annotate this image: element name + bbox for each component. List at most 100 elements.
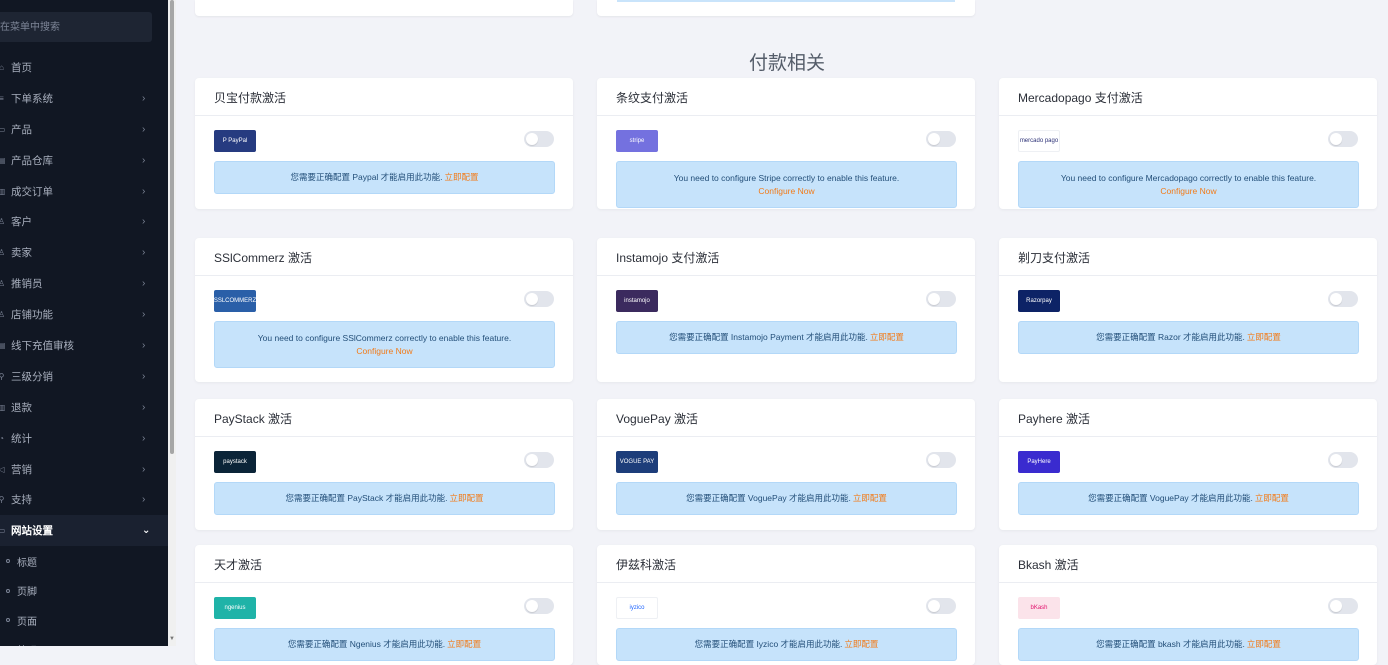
activation-toggle[interactable] <box>524 291 554 307</box>
sidebar-subitem-appearance[interactable]: 外观 <box>0 635 168 646</box>
sidebar-item-warehouse[interactable]: ▤ 产品仓库 › <box>0 145 168 176</box>
configure-now-link[interactable]: Configure Now <box>758 185 814 198</box>
payment-card: 条纹支付激活 stripe You need to configure Stripe… <box>597 78 975 209</box>
config-alert: 您需要正确配置 PayStack 才能启用此功能. 立即配置 <box>214 482 555 515</box>
activation-toggle[interactable] <box>926 598 956 614</box>
alert-message: 您需要正确配置 VoguePay 才能启用此功能. <box>1088 493 1253 503</box>
sidebar-item-home[interactable]: ⌂ 首页 <box>0 52 168 83</box>
payment-card: Bkash 激活 bKash 您需要正确配置 bkash 才能启用此功能. 立即配置 <box>999 545 1377 665</box>
card-title: 条纹支付激活 <box>616 91 689 105</box>
configure-now-link[interactable]: 立即配置 <box>449 493 483 503</box>
sidebar-item-orders[interactable]: ▥ 成交订单 › <box>0 176 168 207</box>
configure-now-link[interactable]: 立即配置 <box>447 639 481 649</box>
config-alert: 您需要正确配置 Razor 才能启用此功能. 立即配置 <box>1018 321 1359 354</box>
configure-now-link[interactable]: 立即配置 <box>844 639 878 649</box>
chevron-right-icon: › <box>142 123 146 135</box>
payment-card: VoguePay 激活 VOGUE PAY 您需要正确配置 VoguePay 才能启… <box>597 399 975 530</box>
sidebar-item-website-settings[interactable]: ▭ 网站设置 ⌄ <box>0 515 168 547</box>
alert-message: 您需要正确配置 Razor 才能启用此功能. <box>1096 332 1245 342</box>
megaphone-icon: ◁ <box>0 464 5 474</box>
chevron-right-icon: › <box>142 154 146 166</box>
menu-search-box[interactable] <box>0 12 152 42</box>
sidebar-item-offline-recharge[interactable]: ▤ 线下充值审核 › <box>0 330 168 361</box>
user-icon: ♙ <box>0 310 6 320</box>
configure-now-link[interactable]: 立即配置 <box>870 332 904 342</box>
order-icon: ▥ <box>0 186 6 196</box>
payhere-logo: PayHere <box>1018 451 1060 473</box>
activation-toggle[interactable] <box>1328 291 1358 307</box>
activation-toggle[interactable] <box>1328 598 1358 614</box>
activation-toggle[interactable] <box>1328 131 1358 147</box>
activation-toggle[interactable] <box>926 291 956 307</box>
configure-now-link[interactable]: 立即配置 <box>445 172 479 182</box>
recharge-icon: ▤ <box>0 340 6 350</box>
scroll-down-arrow-icon[interactable]: ▼ <box>169 636 175 642</box>
paystack-logo: paystack <box>214 451 256 473</box>
sidebar-subitem-label: 标题 <box>17 557 37 569</box>
sidebar-item-sellers[interactable]: ♙ 卖家 › <box>0 237 168 268</box>
config-alert: 您需要正确配置 VoguePay 才能启用此功能. 立即配置 <box>1018 482 1359 515</box>
activation-toggle[interactable] <box>926 131 956 147</box>
user-icon: ♙ <box>0 279 6 289</box>
alert-message: You need to configure Stripe correctly t… <box>673 172 900 183</box>
activation-toggle[interactable] <box>524 452 554 468</box>
configure-now-link[interactable]: Configure Now <box>356 345 412 358</box>
configure-now-link[interactable]: 立即配置 <box>1255 493 1289 503</box>
activation-toggle[interactable] <box>926 452 956 468</box>
sidebar-item-label: 支持 <box>11 494 32 507</box>
alert-message-line: 您需要正确配置 PayStack 才能启用此功能. 立即配置 <box>285 492 483 505</box>
chevron-right-icon: › <box>142 185 146 197</box>
chevron-right-icon: › <box>142 309 146 321</box>
user-icon: ♙ <box>0 217 6 227</box>
sidebar-item-label: 首页 <box>11 61 32 74</box>
alert-message: 您需要正确配置 Iyzico 才能启用此功能. <box>694 639 843 649</box>
card-header: SSlCommerz 激活 <box>195 238 573 276</box>
alert-message-line: 您需要正确配置 VoguePay 才能启用此功能. 立即配置 <box>1088 492 1289 505</box>
alert-message-line: 您需要正确配置 Ngenius 才能启用此功能. 立即配置 <box>288 638 481 651</box>
sidebar-item-label: 产品 <box>11 123 32 136</box>
sidebar-menu: ⌂ 首页 ≡ 下单系统 › ▭ 产品 › ▤ 产品仓库 › ▥ 成交订单 › ♙ 客户 › ♙ 卖家 › … <box>0 52 168 646</box>
activation-toggle[interactable] <box>524 131 554 147</box>
card-title: Mercadopago 支付激活 <box>1018 91 1143 105</box>
configure-now-link[interactable]: 立即配置 <box>1247 332 1281 342</box>
sidebar-item-refunds[interactable]: ▥ 退款 › <box>0 392 168 423</box>
sidebar-item-marketing[interactable]: ◁ 营销 › <box>0 454 168 485</box>
activation-toggle[interactable] <box>524 598 554 614</box>
sidebar-subitem-pages[interactable]: 页面 <box>0 605 168 635</box>
configure-now-link[interactable]: 立即配置 <box>853 493 887 503</box>
chart-icon: ◔ <box>0 433 4 443</box>
payment-card: SSlCommerz 激活 SSLCOMMERZ You need to confi… <box>195 238 573 382</box>
paypal-logo: P PayPal <box>214 130 256 152</box>
sidebar-item-support[interactable]: ⚲ 支持 › <box>0 484 168 515</box>
config-alert: You need to configure SSlCommerz correct… <box>214 321 555 368</box>
payment-card: 贝宝付款激活 P PayPal 您需要正确配置 Paypal 才能启用此功能. 立即配… <box>195 78 573 209</box>
alert-message-line: 您需要正确配置 Iyzico 才能启用此功能. 立即配置 <box>695 638 879 651</box>
configure-now-link[interactable]: Configure Now <box>1160 185 1216 198</box>
sidebar-item-products[interactable]: ▭ 产品 › <box>0 114 168 145</box>
activation-toggle[interactable] <box>1328 452 1358 468</box>
sidebar-scrollbar-thumb[interactable] <box>170 0 174 454</box>
sidebar-subitem-footer[interactable]: 页脚 <box>0 576 168 606</box>
alert-message-line: 您需要正确配置 VoguePay 才能启用此功能. 立即配置 <box>686 492 887 505</box>
sidebar-item-order-system[interactable]: ≡ 下单系统 › <box>0 83 168 114</box>
chevron-right-icon: › <box>142 494 146 506</box>
configure-now-link[interactable]: 立即配置 <box>1247 639 1281 649</box>
sidebar-item-statistics[interactable]: ◔ 统计 › <box>0 423 168 454</box>
sidebar-item-shop-features[interactable]: ♙ 店铺功能 › <box>0 299 168 330</box>
menu-search-input[interactable] <box>0 12 152 42</box>
sidebar-item-label: 退款 <box>11 401 32 414</box>
sidebar-subitem-header[interactable]: 标题 <box>0 546 168 576</box>
sidebar-item-customers[interactable]: ♙ 客户 › <box>0 206 168 237</box>
card-header: PayStack 激活 <box>195 399 573 437</box>
alert-message: 您需要正确配置 VoguePay 才能启用此功能. <box>686 493 851 503</box>
sidebar-item-salesmen[interactable]: ♙ 推销员 › <box>0 268 168 299</box>
config-alert: 您需要正确配置 Paypal 才能启用此功能. 立即配置 <box>214 161 555 194</box>
alert-message-line: 您需要正确配置 bkash 才能启用此功能. 立即配置 <box>1096 638 1281 651</box>
bullet-icon <box>6 588 10 593</box>
card-header: 伊兹科激活 <box>597 545 975 583</box>
sidebar-item-label: 成交订单 <box>11 185 53 198</box>
sidebar-item-distribution[interactable]: ⚲ 三级分销 › <box>0 361 168 392</box>
config-alert: You need to configure Stripe correctly t… <box>616 161 957 208</box>
bkash-logo: bKash <box>1018 597 1060 619</box>
chevron-right-icon: › <box>142 247 146 259</box>
